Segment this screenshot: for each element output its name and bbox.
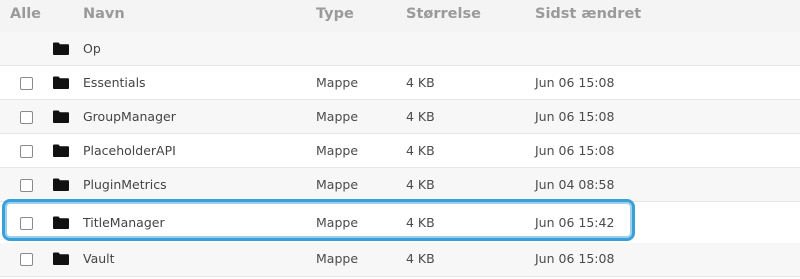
folder-icon <box>53 216 69 229</box>
file-size: 4 KB <box>406 143 435 158</box>
table-row[interactable]: GroupManager Mappe 4 KB Jun 06 15:08 <box>0 100 800 134</box>
folder-icon <box>53 42 69 55</box>
file-type: Mappe <box>316 177 359 192</box>
file-size: 4 KB <box>406 215 435 230</box>
file-name[interactable]: TitleManager <box>83 215 165 230</box>
row-checkbox[interactable] <box>20 77 33 90</box>
table-row[interactable]: Essentials Mappe 4 KB Jun 06 15:08 <box>0 66 800 100</box>
row-checkbox[interactable] <box>20 179 33 192</box>
file-modified: Jun 04 08:58 <box>535 177 615 192</box>
table-row-up[interactable]: Op <box>0 32 800 66</box>
file-modified: Jun 06 15:08 <box>535 251 615 266</box>
file-modified: Jun 06 15:08 <box>535 143 615 158</box>
table-row[interactable]: PluginMetrics Mappe 4 KB Jun 04 08:58 <box>0 168 800 202</box>
folder-icon <box>53 178 69 191</box>
row-checkbox[interactable] <box>20 111 33 124</box>
row-checkbox[interactable] <box>20 217 33 230</box>
file-type: Mappe <box>316 143 359 158</box>
folder-icon <box>53 110 69 123</box>
select-all-header[interactable]: Alle <box>10 6 41 22</box>
table-row-highlighted[interactable]: TitleManager Mappe 4 KB Jun 06 15:42 <box>0 206 800 240</box>
file-size: 4 KB <box>406 251 435 266</box>
folder-icon <box>53 144 69 157</box>
row-checkbox[interactable] <box>20 145 33 158</box>
folder-icon <box>53 76 69 89</box>
file-name[interactable]: PluginMetrics <box>83 177 167 192</box>
table-row[interactable]: Vault Mappe 4 KB Jun 06 15:08 <box>0 243 800 277</box>
file-name[interactable]: Essentials <box>83 75 146 90</box>
file-name[interactable]: Vault <box>83 251 115 266</box>
file-size: 4 KB <box>406 177 435 192</box>
file-modified: Jun 06 15:08 <box>535 109 615 124</box>
table-row[interactable]: PlaceholderAPI Mappe 4 KB Jun 06 15:08 <box>0 134 800 168</box>
file-name[interactable]: Op <box>83 41 101 56</box>
size-column-header[interactable]: Størrelse <box>406 6 481 22</box>
name-column-header[interactable]: Navn <box>83 6 125 22</box>
file-name[interactable]: PlaceholderAPI <box>83 143 176 158</box>
file-type: Mappe <box>316 75 359 90</box>
modified-column-header[interactable]: Sidst ændret <box>535 6 641 22</box>
file-modified: Jun 06 15:42 <box>535 215 615 230</box>
file-size: 4 KB <box>406 109 435 124</box>
file-name[interactable]: GroupManager <box>83 109 176 124</box>
type-column-header[interactable]: Type <box>316 6 354 22</box>
file-type: Mappe <box>316 251 359 266</box>
file-type: Mappe <box>316 109 359 124</box>
file-size: 4 KB <box>406 75 435 90</box>
file-modified: Jun 06 15:08 <box>535 75 615 90</box>
file-type: Mappe <box>316 215 359 230</box>
file-table-header: Alle Navn Type Størrelse Sidst ændret <box>0 0 800 33</box>
row-checkbox[interactable] <box>20 253 33 266</box>
folder-icon <box>53 252 69 265</box>
